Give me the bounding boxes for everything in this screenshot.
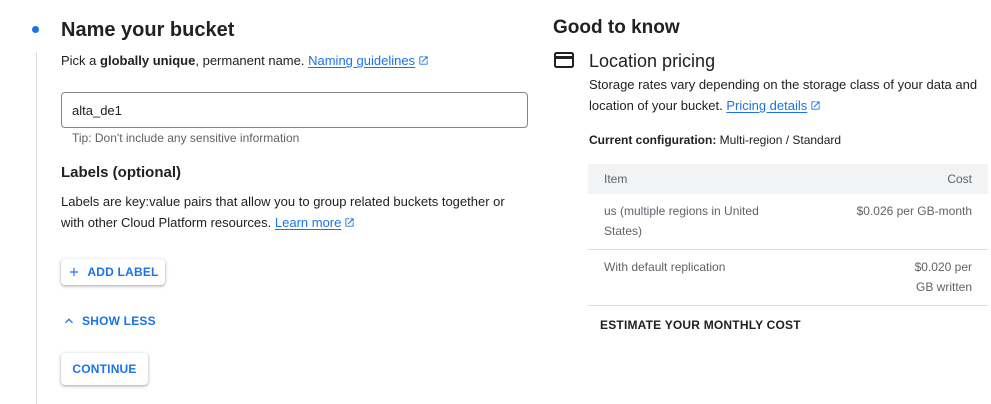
row-cost: $0.026 per GB-month: [856, 204, 972, 218]
labels-description: Labels are key:value pairs that allow yo…: [61, 191, 505, 233]
table-row: With default replication $0.020 per GB w…: [588, 250, 988, 306]
step-indicator-dot: [32, 26, 39, 33]
row-cost: $0.020 per GB written: [914, 260, 972, 294]
add-label-button[interactable]: ADD LABEL: [61, 259, 165, 285]
col-cost-header: Cost: [947, 172, 972, 186]
step-connector-line: [36, 52, 37, 404]
labels-desc-line1: Labels are key:value pairs that allow yo…: [61, 194, 505, 209]
desc-post: , permanent name.: [195, 53, 305, 68]
pricing-description: Storage rates vary depending on the stor…: [589, 74, 977, 116]
credit-card-icon: [554, 52, 574, 68]
continue-text: CONTINUE: [72, 362, 137, 376]
desc-bold: globally unique: [100, 53, 196, 68]
bucket-name-input[interactable]: [62, 93, 527, 127]
pricing-desc-line1: Storage rates vary depending on the stor…: [589, 77, 978, 92]
estimate-monthly-cost-button[interactable]: ESTIMATE YOUR MONTHLY COST: [600, 318, 801, 332]
add-label-text: ADD LABEL: [87, 265, 159, 279]
naming-guidelines-link[interactable]: Naming guidelines: [308, 53, 415, 68]
external-link-icon: [811, 101, 820, 110]
external-link-icon: [419, 56, 428, 65]
section-title-name-bucket: Name your bucket: [61, 19, 235, 41]
add-icon: [70, 267, 79, 277]
pricing-table: Item Cost us (multiple regions in United…: [588, 164, 988, 306]
labels-desc-line2: with other Cloud Platform resources.: [61, 215, 272, 230]
naming-guidelines-label: Naming guidelines: [308, 53, 416, 68]
bucket-name-description: Pick a globally unique, permanent name. …: [61, 50, 429, 71]
labels-desc-line2-wrap: with other Cloud Platform resources. Lea…: [61, 212, 505, 233]
bucket-name-field[interactable]: [61, 92, 528, 128]
learn-more-link[interactable]: Learn more: [275, 215, 341, 230]
learn-more-label: Learn more: [274, 215, 342, 230]
table-row: us (multiple regions in United States) $…: [588, 194, 988, 250]
location-pricing-title: Location pricing: [589, 51, 716, 71]
current-configuration: Current configuration: Multi-region / St…: [589, 133, 841, 147]
show-less-button[interactable]: SHOW LESS: [61, 312, 156, 330]
config-value: Multi-region / Standard: [719, 133, 842, 147]
pricing-desc-line2: location of your bucket.: [589, 98, 723, 113]
pricing-details-link[interactable]: Pricing details: [726, 98, 807, 113]
pricing-desc-line2-wrap: location of your bucket. Pricing details: [589, 95, 977, 116]
continue-button[interactable]: CONTINUE: [61, 353, 148, 385]
pricing-details-label: Pricing details: [726, 98, 808, 113]
config-label: Current configuration:: [589, 133, 717, 147]
show-less-text: SHOW LESS: [82, 314, 156, 328]
good-to-know-title: Good to know: [553, 17, 680, 38]
external-link-icon: [345, 218, 354, 227]
table-header: Item Cost: [588, 164, 988, 194]
row-item: us (multiple regions in United States): [604, 204, 759, 238]
row-item: With default replication: [604, 260, 726, 274]
chevron-up-icon: [65, 318, 73, 324]
bucket-name-tip: Tip: Don't include any sensitive informa…: [72, 131, 300, 145]
desc-pre: Pick a: [61, 53, 101, 68]
col-item-header: Item: [604, 172, 628, 186]
labels-title: Labels (optional): [61, 164, 181, 181]
